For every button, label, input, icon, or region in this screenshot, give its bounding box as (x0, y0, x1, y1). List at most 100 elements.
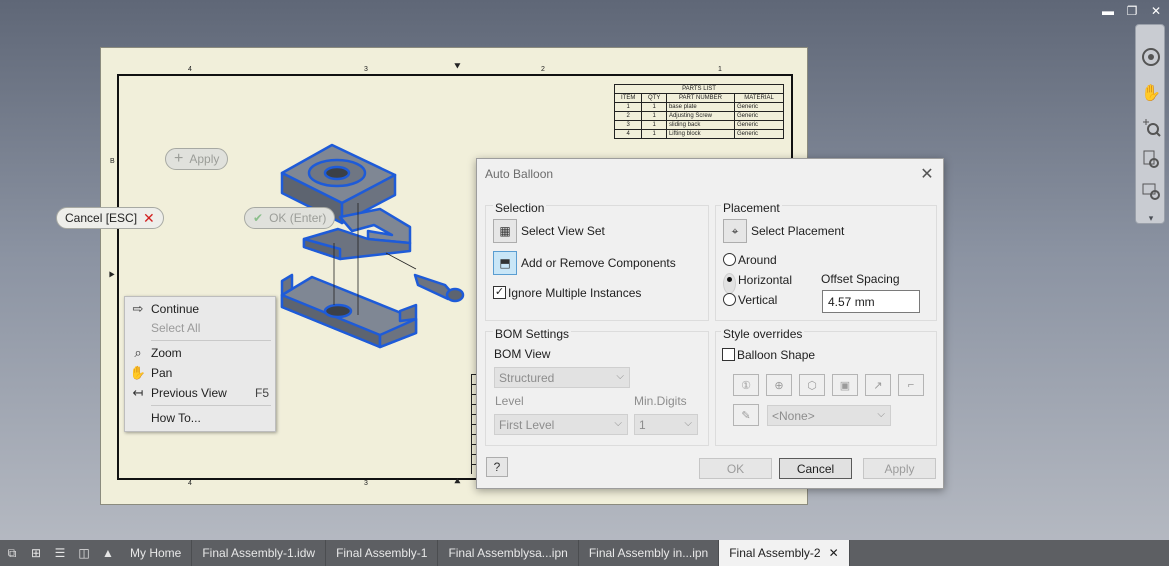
cancel-pill-button[interactable]: Cancel [ESC] ✕ (56, 207, 164, 229)
balloon-square-icon[interactable]: ▣ (832, 374, 858, 396)
table-cell: 1 (641, 102, 667, 112)
table-row: 4 1 Lifting block Generic (613, 129, 784, 139)
balloon-circle-icon[interactable]: ① (733, 374, 759, 396)
close-icon[interactable]: ✕ (919, 164, 935, 184)
add-remove-components-label: Add or Remove Components (521, 256, 676, 270)
menu-item-continue[interactable]: ⇨ Continue (125, 299, 275, 319)
tab-final-assemblysa-ipn[interactable]: Final Assemblysa...ipn (438, 540, 579, 566)
chevron-down-icon: ⌵ (684, 418, 692, 429)
table-cell: base plate (665, 102, 736, 112)
style-overrides-title: Style overrides (721, 327, 805, 341)
navbar-options-icon[interactable]: ▾ (1140, 207, 1162, 229)
zone-label: 3 (364, 480, 368, 487)
balloon-shape-checkbox[interactable] (722, 348, 735, 361)
close-x-icon: ✕ (143, 209, 155, 226)
around-label: Around (738, 253, 777, 267)
parts-list-header: ITEM (613, 93, 643, 103)
menu-item-zoom[interactable]: ⌕ Zoom (125, 343, 275, 363)
pan-hand-icon: ✋ (129, 365, 147, 380)
balloon-underline-icon[interactable]: ⌐ (898, 374, 924, 396)
horizontal-radio[interactable] (723, 273, 736, 294)
bom-view-label: BOM View (494, 347, 551, 361)
balloon-hexagon-icon[interactable]: ⬡ (799, 374, 825, 396)
around-radio[interactable] (723, 253, 736, 266)
tab-my-home[interactable]: My Home (120, 540, 193, 566)
menu-item-select-all[interactable]: Select All (125, 318, 275, 338)
expand-up-icon[interactable]: ▲ (96, 540, 120, 566)
tile-windows-icon[interactable]: ⊞ (24, 540, 48, 566)
apply-pill-button[interactable]: + Apply (165, 148, 229, 170)
table-cell: Adjusting Screw (665, 111, 736, 121)
menu-separator (151, 340, 271, 341)
previous-view-icon: ↤ (132, 385, 144, 400)
tab-final-assembly-1[interactable]: Final Assembly-1 (326, 540, 439, 566)
balloon-shape-label: Balloon Shape (737, 348, 816, 362)
ok-button[interactable]: OK (699, 458, 772, 479)
document-tab-bar: ⧉ ⊞ ☰ ◫ ▲ My Home Final Assembly-1.idw F… (0, 540, 1169, 566)
auto-balloon-dialog: Auto Balloon ✕ Selection ▦ Select View S… (476, 158, 944, 489)
window-controls: ▬ ❐ ✕ (1101, 4, 1163, 18)
ignore-multiple-checkbox[interactable]: ✓ (493, 286, 506, 299)
tile-vertical-icon[interactable]: ◫ (72, 540, 96, 566)
custom-balloon-icon[interactable]: ✎ (733, 404, 759, 426)
select-placement-label: Select Placement (751, 224, 845, 238)
placement-group-title: Placement (721, 201, 782, 215)
select-view-set-button[interactable]: ▦ (493, 219, 517, 243)
min-digits-select[interactable]: 1 ⌵ (634, 414, 698, 435)
zoom-icon[interactable] (1140, 117, 1162, 139)
balloon-split-circle-icon[interactable]: ⊕ (766, 374, 792, 396)
zone-label: 2 (541, 66, 545, 73)
menu-item-how-to[interactable]: How To... (125, 408, 275, 428)
offset-spacing-label: Offset Spacing (821, 272, 900, 286)
table-row: 1 1 base plate Generic (613, 102, 784, 112)
placement-cursor-icon: ⌖ (731, 223, 739, 238)
select-placement-button[interactable]: ⌖ (723, 219, 747, 243)
balloon-style-select[interactable]: <None> ⌵ (767, 405, 891, 426)
menu-item-pan[interactable]: ✋ Pan (125, 363, 275, 383)
menu-item-previous-view[interactable]: ↤ Previous View F5 (125, 383, 275, 403)
bom-view-select[interactable]: Structured ⌵ (494, 367, 630, 388)
balloon-leader-icon[interactable]: ↗ (865, 374, 891, 396)
tab-final-assembly-2[interactable]: Final Assembly-2 ✕ (719, 540, 850, 566)
cascade-windows-icon[interactable]: ⧉ (0, 540, 24, 566)
exploded-assembly-view[interactable] (270, 135, 470, 365)
ok-pill-button[interactable]: ✔ OK (Enter) (244, 207, 336, 229)
offset-spacing-input[interactable]: 4.57 mm (822, 290, 920, 313)
zoom-icon: ⌕ (134, 345, 142, 360)
minimize-button[interactable]: ▬ (1101, 4, 1115, 18)
selection-group-title: Selection (493, 201, 547, 215)
pan-hand-icon[interactable]: ✋ (1140, 83, 1162, 105)
cancel-button[interactable]: Cancel (779, 458, 852, 479)
restore-button[interactable]: ❐ (1125, 4, 1139, 18)
center-mark-icon: ⯅ (453, 476, 462, 488)
table-cell: 2 (613, 111, 643, 121)
zone-label: 4 (188, 66, 192, 73)
horizontal-label: Horizontal (738, 273, 793, 287)
zoom-all-icon[interactable] (1140, 149, 1162, 171)
add-remove-components-button[interactable]: ⬒ (493, 251, 517, 275)
select-view-set-label: Select View Set (521, 224, 605, 238)
close-window-button[interactable]: ✕ (1149, 4, 1163, 18)
parts-list-title: PARTS LIST (614, 84, 784, 94)
table-cell: Generic (734, 120, 784, 130)
table-cell: 1 (641, 111, 667, 121)
help-icon[interactable]: ? (486, 457, 508, 477)
level-select[interactable]: First Level ⌵ (494, 414, 628, 435)
center-mark-icon: ⯆ (453, 61, 462, 73)
steering-wheel-icon[interactable] (1140, 47, 1162, 69)
tab-final-assembly-in-ipn[interactable]: Final Assembly in...ipn (579, 540, 720, 566)
view-set-icon: ▦ (499, 224, 511, 238)
bom-settings-title: BOM Settings (493, 327, 572, 341)
zoom-window-icon[interactable] (1140, 181, 1162, 203)
tile-horizontal-icon[interactable]: ☰ (48, 540, 72, 566)
table-cell: 1 (613, 102, 643, 112)
tab-final-assembly-1-idw[interactable]: Final Assembly-1.idw (192, 540, 327, 566)
apply-button[interactable]: Apply (863, 458, 936, 479)
vertical-radio[interactable] (723, 293, 736, 306)
close-tab-icon[interactable]: ✕ (829, 546, 839, 560)
zone-label: 1 (718, 66, 722, 73)
chevron-down-icon: ⌵ (877, 409, 885, 420)
level-label: Level (495, 394, 524, 408)
zone-label: B (110, 158, 115, 165)
table-cell: Generic (734, 129, 784, 139)
